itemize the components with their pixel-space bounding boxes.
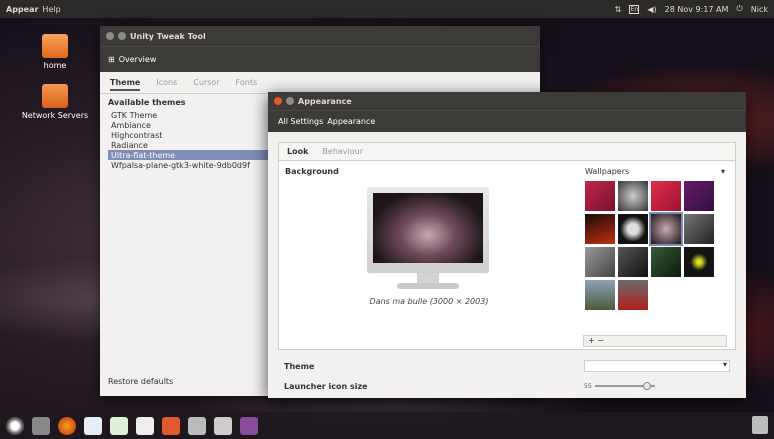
wallpaper-thumb[interactable] [618,280,648,310]
tab-icons[interactable]: Icons [156,78,177,91]
grid-icon: ⊞ [108,55,115,64]
wallpaper-thumb[interactable] [618,214,648,244]
wallpaper-thumb[interactable] [618,247,648,277]
writer-icon[interactable] [84,416,102,435]
breadcrumb-current: Appearance [327,117,376,126]
wallpapers-dropdown[interactable]: Wallpapers ▾ [585,167,725,176]
top-panel: Appear Help ⇅ En ◀) 28 Nov 9:17 AM ⏻ Nic… [0,0,774,18]
tab-cursor[interactable]: Cursor [193,78,219,91]
minimize-button[interactable] [286,97,294,105]
wallpaper-thumb[interactable] [618,181,648,211]
tab-fonts[interactable]: Fonts [236,78,258,91]
close-button[interactable] [106,32,114,40]
wallpaper-thumb[interactable] [651,247,681,277]
wallpaper-caption: Dans ma bulle (3000 × 2003) [369,297,489,306]
theme-label: Theme [284,361,315,371]
overview-button[interactable]: Overview [119,55,157,64]
tab-bar: Look Behaviour [278,142,736,160]
wallpaper-grid [585,181,715,310]
wallpaper-thumb[interactable] [684,181,714,211]
tab-behaviour[interactable]: Behaviour [322,147,363,156]
launcher [0,412,774,439]
desktop-icon-label: Network Servers [21,111,89,120]
launcher-icon-size-slider[interactable]: 55 [584,382,730,390]
tab-bar: Theme Icons Cursor Fonts [100,72,540,94]
wallpaper-preview [373,193,483,263]
background-label: Background [285,167,339,176]
launcher-icon-size-label: Launcher icon size [284,381,368,391]
files-icon[interactable] [32,416,50,435]
volume-icon[interactable]: ◀) [647,5,656,14]
help-menu[interactable]: Help [42,5,60,14]
wallpaper-thumb[interactable] [585,181,615,211]
tab-look[interactable]: Look [287,147,308,156]
home-folder-icon [42,34,68,58]
settings-icon[interactable] [188,416,206,435]
wallpaper-preview-monitor [367,187,489,273]
desktop-icon-home[interactable]: home [20,34,90,70]
appearance-icon[interactable] [240,416,258,435]
desktop-icon-label: home [43,61,67,70]
wallpaper-thumb[interactable] [651,181,681,211]
network-folder-icon [42,84,68,108]
theme-select[interactable] [584,360,730,372]
datetime[interactable]: 28 Nov 9:17 AM [665,5,729,14]
calc-icon[interactable] [110,416,128,435]
app-menu[interactable]: Appear [6,5,38,14]
toolbar: ⊞ Overview [100,46,540,72]
chevron-down-icon: ▾ [720,167,725,176]
all-settings-button[interactable]: All Settings [278,117,323,126]
slider-value: 55 [584,382,592,390]
dash-icon[interactable] [6,416,24,435]
desktop-icon-network-servers[interactable]: Network Servers [20,84,90,120]
wallpaper-thumb-selected[interactable] [649,212,683,246]
launcher-icon-size-row: Launcher icon size 55 [278,378,736,394]
restore-defaults-button[interactable]: Restore defaults [108,377,173,386]
breadcrumb: All Settings Appearance [268,110,746,132]
software-center-icon[interactable] [162,416,180,435]
network-icon[interactable]: ⇅ [615,5,622,14]
firefox-icon[interactable] [58,416,76,435]
appearance-window: Appearance All Settings Appearance Look … [268,92,746,398]
impress-icon[interactable] [136,416,154,435]
wallpaper-thumb[interactable] [585,214,615,244]
theme-row: Theme [278,358,736,374]
user-name[interactable]: Nick [751,5,768,14]
window-titlebar[interactable]: Unity Tweak Tool [100,26,540,46]
look-panel: Background Dans ma bulle (3000 × 2003) W… [278,160,736,350]
monitor-base [397,283,459,289]
wallpaper-thumb[interactable] [684,247,714,277]
trash-icon[interactable] [752,416,768,434]
slider-knob[interactable] [642,382,651,390]
window-title: Unity Tweak Tool [130,31,206,41]
window-title: Appearance [298,96,352,106]
wallpaper-thumb[interactable] [684,214,714,244]
window-titlebar[interactable]: Appearance [268,92,746,110]
power-icon[interactable]: ⏻ [736,4,742,14]
add-remove-wallpaper-bar[interactable]: + − [583,335,727,347]
unity-tweak-icon[interactable] [214,416,232,435]
close-button[interactable] [274,97,282,105]
wallpaper-thumb[interactable] [585,280,615,310]
slider-track[interactable] [594,382,655,390]
tab-theme[interactable]: Theme [110,78,141,91]
wallpaper-thumb[interactable] [585,247,615,277]
minimize-button[interactable] [118,32,126,40]
wallpapers-label: Wallpapers [585,167,630,176]
keyboard-indicator[interactable]: En [629,4,640,14]
